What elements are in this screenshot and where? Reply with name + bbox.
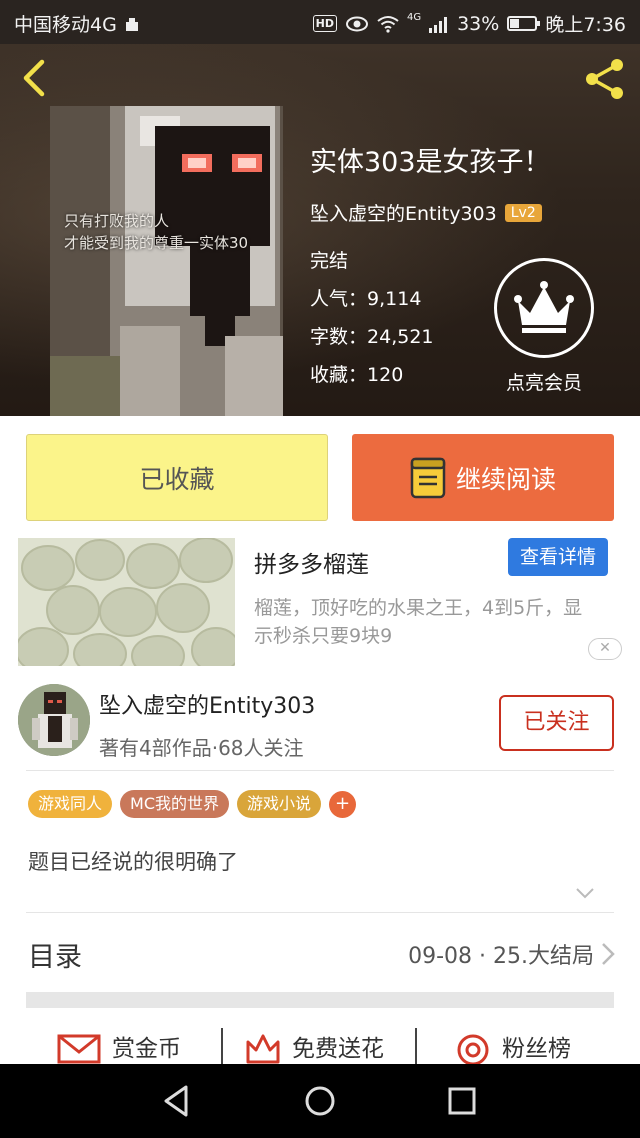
nav-back-icon[interactable] — [158, 1082, 196, 1120]
bottom-actions: 赏金币 免费送花 粉丝榜 — [0, 1024, 640, 1064]
divider — [221, 1028, 223, 1064]
collected-button[interactable]: 已收藏 — [26, 434, 328, 521]
clock: 晚上7:36 — [545, 14, 626, 36]
signal-icon — [429, 16, 448, 33]
battery-icon — [507, 16, 541, 31]
tag-list: 游戏同人 MC我的世界 游戏小说 + — [28, 790, 357, 818]
toc-label: 目录 — [28, 942, 82, 973]
book-icon — [410, 457, 446, 498]
battery-percent: 33% — [457, 12, 500, 35]
latest-chapter[interactable]: 09-08 · 25.大结局 — [408, 938, 594, 970]
close-icon[interactable]: ✕ — [588, 638, 622, 660]
cover-caption: 只有打败我的人 才能受到我的尊重一实体30 — [64, 212, 249, 252]
chevron-down-icon[interactable] — [574, 882, 596, 904]
envelope-icon — [57, 1034, 101, 1064]
reward-coins-button[interactable]: 赏金币 — [56, 1028, 181, 1064]
author-name[interactable]: 坠入虚空的Entity303 — [310, 199, 497, 226]
level-badge: Lv2 — [504, 203, 542, 222]
book-cover[interactable]: 只有打败我的人 才能受到我的尊重一实体30 — [50, 106, 283, 416]
notification-icon — [125, 17, 138, 31]
popularity-stat: 人气：9,114 — [310, 288, 422, 310]
author-stats: 著有4部作品·68人关注 — [99, 736, 304, 760]
divider — [26, 770, 614, 771]
book-title: 实体303是女孩子！ — [310, 147, 551, 178]
favorites-stat: 收藏：120 — [310, 364, 404, 386]
book-header: 只有打败我的人 才能受到我的尊重一实体30 实体303是女孩子！ 坠入虚空的En… — [0, 44, 640, 416]
add-tag-button[interactable]: + — [329, 790, 357, 818]
free-flower-button[interactable]: 免费送花 — [244, 1028, 384, 1064]
ad-title[interactable]: 拼多多榴莲 — [254, 545, 369, 579]
divider — [26, 912, 614, 913]
nav-home-icon[interactable] — [301, 1082, 339, 1120]
nav-recents-icon[interactable] — [443, 1082, 481, 1120]
ad-image[interactable] — [18, 538, 235, 666]
navigation-bar — [0, 1064, 640, 1138]
status-bar: 中国移动4G HD 4G 33% 晚上7:36 — [0, 0, 640, 44]
eye-icon — [345, 16, 368, 31]
target-icon — [457, 1034, 489, 1064]
view-details-button[interactable]: 查看详情 — [508, 538, 608, 576]
book-summary: 题目已经说的很明确了 — [28, 850, 238, 874]
ad-description: 榴莲，顶好吃的水果之王，4到5斤，显示秒杀只要9块9 — [254, 597, 583, 647]
author-line: 坠入虚空的Entity303 Lv2 — [310, 199, 542, 226]
book-status: 完结 — [310, 250, 349, 272]
entity-figure-image — [50, 106, 283, 416]
continue-reading-label: 继续阅读 — [455, 464, 556, 494]
durian-image — [18, 538, 235, 666]
tag-item[interactable]: 游戏小说 — [237, 790, 322, 818]
hd-icon: HD — [312, 15, 337, 32]
follow-button[interactable]: 已关注 — [499, 695, 614, 751]
wifi-icon — [377, 15, 399, 33]
vip-button[interactable]: 点亮会员 — [493, 258, 595, 395]
word-count-stat: 字数：24,521 — [310, 326, 434, 348]
author-card-name[interactable]: 坠入虚空的Entity303 — [99, 688, 315, 720]
continue-reading-button[interactable]: 继续阅读 — [352, 434, 614, 521]
avatar[interactable] — [18, 684, 90, 756]
table-of-contents-row[interactable]: 目录 09-08 · 25.大结局 — [0, 925, 640, 985]
share-icon[interactable] — [582, 56, 628, 102]
divider — [415, 1028, 417, 1064]
crown-icon — [514, 281, 574, 333]
flower-icon — [246, 1034, 280, 1064]
tag-item[interactable]: MC我的世界 — [120, 790, 229, 818]
back-arrow-icon[interactable] — [18, 58, 52, 98]
vip-label: 点亮会员 — [505, 372, 582, 394]
author-avatar-image — [18, 684, 90, 756]
section-separator — [26, 992, 614, 1008]
network-type: 4G — [406, 12, 422, 23]
tag-item[interactable]: 游戏同人 — [28, 790, 113, 818]
chevron-right-icon — [602, 943, 615, 965]
fans-ranking-button[interactable]: 粉丝榜 — [454, 1028, 571, 1064]
carrier-text: 中国移动4G — [14, 14, 117, 36]
